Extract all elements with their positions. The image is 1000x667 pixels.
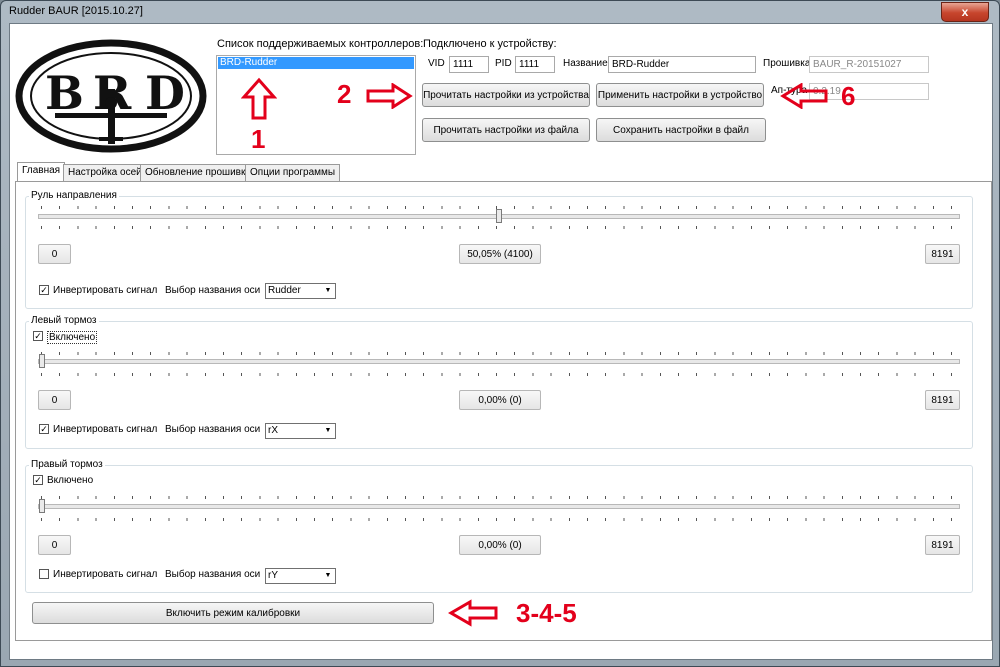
annotation-6: 6 xyxy=(841,81,856,111)
left-brake-invert-label: Инвертировать сигнал xyxy=(53,424,158,435)
right-brake-axis-select[interactable]: rY ▼ xyxy=(265,568,336,584)
left-brake-invert-checkbox[interactable]: ✓ xyxy=(39,424,49,434)
tab-main[interactable]: Главная xyxy=(17,162,66,182)
annotation-3-4-5: 3-4-5 xyxy=(516,598,577,628)
save-file-button[interactable]: Сохранить настройки в файл xyxy=(596,118,766,142)
apply-device-button[interactable]: Применить настройки в устройство xyxy=(596,83,764,107)
name-field[interactable]: BRD-Rudder xyxy=(608,56,756,73)
rudder-axis-select[interactable]: Rudder ▼ xyxy=(265,283,336,299)
right-brake-min-value: 0 xyxy=(38,535,71,555)
right-brake-slider-track[interactable] xyxy=(38,504,960,509)
left-brake-slider-thumb[interactable] xyxy=(39,354,45,368)
rudder-axis-label: Выбор названия оси xyxy=(165,285,261,296)
left-brake-group-title: Левый тормоз xyxy=(29,315,99,326)
left-brake-ticks-bottom xyxy=(41,373,959,376)
right-brake-ticks-bottom xyxy=(41,518,959,521)
chevron-down-icon: ▼ xyxy=(324,287,332,294)
logo-letter-b: B xyxy=(45,66,84,120)
rudder-invert-checkbox[interactable]: ✓ xyxy=(39,285,49,295)
window-title: Rudder BAUR [2015.10.27] xyxy=(9,5,143,17)
controllers-heading: Список поддерживаемых контроллеров: xyxy=(217,38,424,50)
right-brake-slider-thumb[interactable] xyxy=(39,499,45,513)
left-brake-current-value: 0,00% (0) xyxy=(459,390,541,410)
firmware-field: BAUR_R-20151027 xyxy=(809,56,929,73)
annotation-arrow-left-icon xyxy=(780,83,828,109)
left-brake-enabled-label: Включено xyxy=(47,331,98,344)
rudder-current-value: 50,05% (4100) xyxy=(459,244,541,264)
list-item[interactable]: BRD-Rudder xyxy=(218,57,414,69)
chevron-down-icon: ▼ xyxy=(324,427,332,434)
read-device-button[interactable]: Прочитать настройки из устройства xyxy=(422,83,590,107)
chevron-down-icon: ▼ xyxy=(324,572,332,579)
left-brake-slider-track[interactable] xyxy=(38,359,960,364)
firmware-label: Прошивка xyxy=(763,58,811,69)
left-brake-axis-label: Выбор названия оси xyxy=(165,424,261,435)
right-brake-enabled-label: Включено xyxy=(47,475,94,486)
logo-letter-d: D xyxy=(145,66,185,120)
right-brake-group-title: Правый тормоз xyxy=(29,459,105,470)
pid-label: PID xyxy=(495,58,512,69)
rudder-group-title: Руль направления xyxy=(29,190,119,201)
right-brake-current-value: 0,00% (0) xyxy=(459,535,541,555)
tab-firmware[interactable]: Обновление прошивки xyxy=(140,164,256,181)
right-brake-invert-label: Инвертировать сигнал xyxy=(53,569,158,580)
right-brake-axis-select-value: rY xyxy=(268,570,278,581)
right-brake-ticks-top xyxy=(41,496,959,499)
left-brake-ticks-top xyxy=(41,352,959,355)
vid-field[interactable]: 1111 xyxy=(449,56,489,73)
left-brake-axis-select[interactable]: rX ▼ xyxy=(265,423,336,439)
rudder-max-value: 8191 xyxy=(925,244,960,264)
annotation-arrow-left-icon-2 xyxy=(448,599,498,627)
rudder-invert-label: Инвертировать сигнал xyxy=(53,285,158,296)
vid-label: VID xyxy=(428,58,445,69)
pid-field[interactable]: 1111 xyxy=(515,56,555,73)
rudder-axis-select-value: Rudder xyxy=(268,285,301,296)
right-brake-axis-label: Выбор названия оси xyxy=(165,569,261,580)
rudder-slider-thumb[interactable] xyxy=(496,209,503,223)
name-label: Название xyxy=(563,58,608,69)
left-brake-axis-select-value: rX xyxy=(268,425,278,436)
rudder-min-value: 0 xyxy=(38,244,71,264)
tab-options[interactable]: Опции программы xyxy=(245,164,341,181)
calibration-button[interactable]: Включить режим калибровки xyxy=(32,602,434,624)
read-file-button[interactable]: Прочитать настройки из файла xyxy=(422,118,590,142)
left-brake-min-value: 0 xyxy=(38,390,71,410)
tab-axes[interactable]: Настройка осей xyxy=(63,164,147,181)
right-brake-enabled-checkbox[interactable]: ✓ xyxy=(33,475,43,485)
device-heading: Подключено к устройству: xyxy=(423,38,557,50)
rudder-ticks-bottom xyxy=(41,226,959,229)
app-window: Rudder BAUR [2015.10.27] x B R D Список … xyxy=(0,0,1000,667)
right-brake-invert-checkbox[interactable] xyxy=(39,569,49,579)
annotation-2: 2 xyxy=(337,79,352,109)
left-brake-enabled-checkbox[interactable]: ✓ xyxy=(33,331,43,341)
close-button[interactable]: x xyxy=(941,2,989,22)
right-brake-max-value: 8191 xyxy=(925,535,960,555)
brd-logo: B R D xyxy=(15,39,207,153)
annotation-1: 1 xyxy=(251,124,266,154)
annotation-arrow-up-icon xyxy=(241,77,277,120)
left-brake-max-value: 8191 xyxy=(925,390,960,410)
annotation-arrow-right-icon xyxy=(366,83,413,109)
